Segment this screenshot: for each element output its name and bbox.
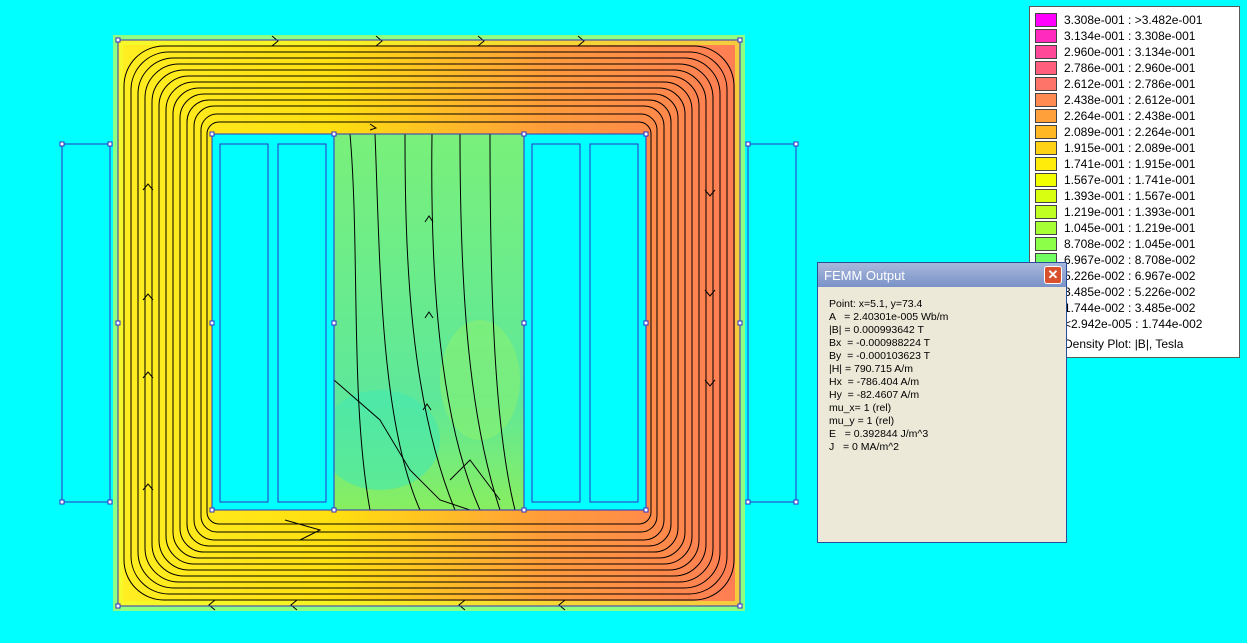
readout-line: A = 2.40301e-005 Wb/m xyxy=(829,311,949,323)
legend-label: 1.393e-001 : 1.567e-001 xyxy=(1064,188,1196,203)
readout-line: Hy = -82.4607 A/m xyxy=(829,389,920,401)
legend-entry: 2.612e-001 : 2.786e-001 xyxy=(1035,76,1195,91)
legend-label: 2.089e-001 : 2.264e-001 xyxy=(1064,124,1196,139)
legend-entry: 2.960e-001 : 3.134e-001 xyxy=(1035,44,1195,59)
legend-entry: 1.741e-001 : 1.915e-001 xyxy=(1035,156,1195,171)
legend-entry: 1.915e-001 : 2.089e-001 xyxy=(1035,140,1195,155)
window-title: FEMM Output xyxy=(824,268,905,283)
legend-label: 2.438e-001 : 2.612e-001 xyxy=(1064,92,1196,107)
legend-swatch xyxy=(1035,44,1057,59)
legend-swatch xyxy=(1035,12,1057,27)
legend-entry: 2.786e-001 : 2.960e-001 xyxy=(1035,60,1195,75)
legend-entry: 1.045e-001 : 1.219e-001 xyxy=(1035,220,1195,235)
legend-label: 1.045e-001 : 1.219e-001 xyxy=(1064,220,1196,235)
legend-label: 5.226e-002 : 6.967e-002 xyxy=(1064,268,1196,283)
legend-label: 3.308e-001 : >3.482e-001 xyxy=(1064,12,1203,27)
legend-label: 2.264e-001 : 2.438e-001 xyxy=(1064,108,1196,123)
readout-line: mu_x= 1 (rel) xyxy=(829,402,892,414)
readout-line: E = 0.392844 J/m^3 xyxy=(829,428,929,440)
legend-label: 2.960e-001 : 3.134e-001 xyxy=(1064,44,1196,59)
readout-line: J = 0 MA/m^2 xyxy=(829,441,899,453)
output-readout: Point: x=5.1, y=73.4 A = 2.40301e-005 Wb/… xyxy=(829,298,948,454)
legend-swatch xyxy=(1035,76,1057,91)
legend-swatch xyxy=(1035,92,1057,107)
readout-line: Bx = -0.000988224 T xyxy=(829,337,931,349)
legend-swatch xyxy=(1035,220,1057,235)
readout-line: mu_y = 1 (rel) xyxy=(829,415,895,427)
legend-entry: 1.393e-001 : 1.567e-001 xyxy=(1035,188,1195,203)
legend-swatch xyxy=(1035,28,1057,43)
legend-swatch xyxy=(1035,108,1057,123)
window-titlebar[interactable]: FEMM Output ✕ xyxy=(818,263,1066,287)
legend-entry: 1.219e-001 : 1.393e-001 xyxy=(1035,204,1195,219)
legend-swatch xyxy=(1035,156,1057,171)
legend-swatch xyxy=(1035,60,1057,75)
legend-label: 2.786e-001 : 2.960e-001 xyxy=(1064,60,1196,75)
legend-label: 1.567e-001 : 1.741e-001 xyxy=(1064,172,1196,187)
legend-label: 8.708e-002 : 1.045e-001 xyxy=(1064,236,1196,251)
legend-swatch xyxy=(1035,140,1057,155)
legend-label: 1.744e-002 : 3.485e-002 xyxy=(1064,300,1196,315)
legend-label: 3.485e-002 : 5.226e-002 xyxy=(1064,284,1196,299)
legend-entry: 2.264e-001 : 2.438e-001 xyxy=(1035,108,1195,123)
legend-title: Density Plot: |B|, Tesla xyxy=(1064,337,1184,351)
close-button[interactable]: ✕ xyxy=(1044,266,1062,284)
legend-swatch xyxy=(1035,172,1057,187)
femm-output-window[interactable]: FEMM Output ✕ Point: x=5.1, y=73.4 A = 2.… xyxy=(817,262,1067,543)
legend-swatch xyxy=(1035,236,1057,251)
readout-line: |B| = 0.000993642 T xyxy=(829,324,924,336)
legend-label: 1.915e-001 : 2.089e-001 xyxy=(1064,140,1196,155)
readout-line: Hx = -786.404 A/m xyxy=(829,376,920,388)
readout-line: |H| = 790.715 A/m xyxy=(829,363,913,375)
legend-swatch xyxy=(1035,188,1057,203)
legend-label: 6.967e-002 : 8.708e-002 xyxy=(1064,252,1196,267)
legend-entry: 2.089e-001 : 2.264e-001 xyxy=(1035,124,1195,139)
legend-swatch xyxy=(1035,124,1057,139)
legend-entry: 2.438e-001 : 2.612e-001 xyxy=(1035,92,1195,107)
legend-entry: 8.708e-002 : 1.045e-001 xyxy=(1035,236,1195,251)
legend-entry: 3.308e-001 : >3.482e-001 xyxy=(1035,12,1202,27)
legend-label: <2.942e-005 : 1.744e-002 xyxy=(1064,316,1203,331)
legend-label: 1.741e-001 : 1.915e-001 xyxy=(1064,156,1196,171)
legend-entry: 1.567e-001 : 1.741e-001 xyxy=(1035,172,1195,187)
legend-label: 1.219e-001 : 1.393e-001 xyxy=(1064,204,1196,219)
readout-line: Point: x=5.1, y=73.4 xyxy=(829,298,923,310)
legend-swatch xyxy=(1035,204,1057,219)
legend-label: 3.134e-001 : 3.308e-001 xyxy=(1064,28,1196,43)
legend-entry: 3.134e-001 : 3.308e-001 xyxy=(1035,28,1195,43)
readout-line: By = -0.000103623 T xyxy=(829,350,931,362)
legend-label: 2.612e-001 : 2.786e-001 xyxy=(1064,76,1196,91)
